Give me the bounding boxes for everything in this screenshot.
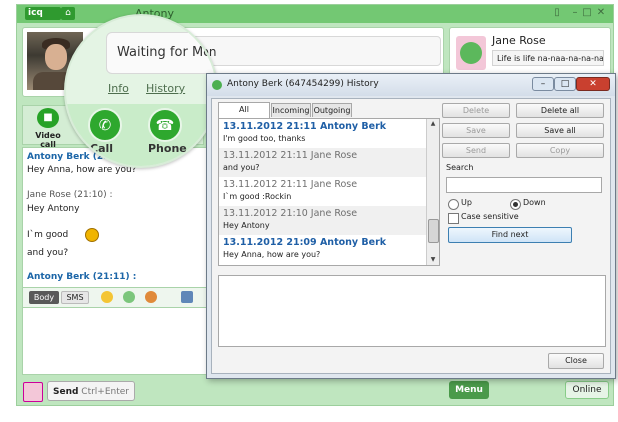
entry-text: Hey Anna, how are you?: [223, 250, 321, 259]
tab-outgoing[interactable]: Outgoing: [312, 103, 352, 117]
send-hint: Ctrl+Enter: [81, 387, 130, 397]
sms-tab[interactable]: SMS: [61, 291, 89, 304]
chat-author: Jane Rose (21:10) :: [27, 190, 113, 200]
my-avatar[interactable]: [23, 382, 43, 402]
case-sensitive-checkbox[interactable]: [448, 213, 459, 224]
contact-status: Life is life na-naa-na-na-na!: [492, 50, 604, 66]
history-link[interactable]: History: [146, 82, 185, 95]
phone-button[interactable]: ☎: [148, 108, 182, 142]
save-button[interactable]: Save: [442, 123, 510, 138]
history-window: Antony Berk (647454299) History – □ ✕ Al…: [206, 73, 616, 379]
smiley-icon: [85, 228, 99, 242]
zoom-call-toolbar: ✆ ☎ Call Phone: [66, 104, 216, 166]
tab-incoming[interactable]: Incoming: [271, 103, 311, 117]
history-entry[interactable]: 13.11.2012 21:11 Jane Rose I`m good :Roc…: [219, 177, 426, 206]
chat-author: Antony Berk (21:11) :: [27, 272, 137, 282]
bottom-bar: Send Ctrl+Enter Menu Online: [17, 377, 613, 405]
maximize-button[interactable]: □: [554, 77, 576, 91]
scroll-thumb[interactable]: [428, 219, 439, 243]
entry-header: 13.11.2012 21:09 Antony Berk: [223, 237, 387, 248]
send-button[interactable]: Send Ctrl+Enter: [47, 381, 135, 401]
history-entry[interactable]: 13.11.2012 21:11 Antony Berk I'm good to…: [219, 119, 426, 148]
entry-header: 13.11.2012 21:11 Jane Rose: [223, 150, 358, 161]
compose-toolbar: Body SMS: [22, 287, 224, 309]
close-button[interactable]: Close: [548, 353, 604, 369]
zoom-lens: Waiting for Mon Info History ✆ ☎ Call Ph…: [64, 14, 218, 168]
chat-message: Hey Anna, how are you?: [27, 165, 137, 175]
restore-icon[interactable]: ▯: [551, 7, 563, 19]
call-label: Call: [90, 142, 114, 155]
history-body: All messages Incoming Outgoing 13.11.201…: [211, 98, 611, 374]
close-window-button[interactable]: ✕: [576, 77, 610, 91]
emoticon-icon[interactable]: [101, 291, 113, 303]
minimize-button[interactable]: –: [532, 77, 554, 91]
entry-text: I`m good :Rockin: [223, 192, 292, 201]
entry-text: Hey Antony: [223, 221, 270, 230]
phone-label: Phone: [148, 142, 187, 155]
message-preview[interactable]: [218, 275, 606, 347]
contact-name: Jane Rose: [492, 34, 546, 47]
icq-titlebar: icq ⌂ Antony ▯ – □ ✕: [17, 5, 613, 23]
send-button[interactable]: Send: [442, 143, 510, 158]
chat-message: I`m good: [27, 230, 69, 240]
find-next-button[interactable]: Find next: [448, 227, 572, 243]
history-message-list[interactable]: 13.11.2012 21:11 Antony Berk I'm good to…: [218, 118, 440, 266]
scroll-up-icon[interactable]: ▲: [427, 119, 439, 129]
entry-header: 13.11.2012 21:11 Jane Rose: [223, 179, 358, 190]
scroll-down-icon[interactable]: ▼: [427, 255, 439, 265]
entry-text: I'm good too, thanks: [223, 134, 306, 143]
icq-flower-icon: [212, 80, 222, 90]
alarm-icon[interactable]: [145, 291, 157, 303]
chat-log[interactable]: Antony Berk (21:09) : Hey Anna, how are …: [22, 147, 219, 295]
delete-all-button[interactable]: Delete all: [516, 103, 604, 118]
search-input[interactable]: [446, 177, 602, 193]
home-icon[interactable]: ⌂: [61, 7, 75, 20]
maximize-icon[interactable]: □: [581, 7, 593, 19]
chat-message: Hey Antony: [27, 204, 80, 214]
minimize-icon[interactable]: –: [569, 7, 581, 19]
history-entry[interactable]: 13.11.2012 21:09 Antony Berk Hey Anna, h…: [219, 235, 426, 264]
tv-icon[interactable]: [123, 291, 135, 303]
scrollbar[interactable]: ▲ ▼: [426, 119, 439, 265]
zoom-status-message: Waiting for Mon: [117, 45, 218, 60]
history-entry[interactable]: 13.11.2012 21:11 Jane Rose and you?: [219, 148, 426, 177]
contact-avatar: [456, 36, 486, 70]
entry-text: and you?: [223, 163, 260, 172]
online-status-button[interactable]: Online: [565, 381, 609, 399]
direction-up-radio[interactable]: [448, 199, 459, 210]
history-title: Antony Berk (647454299) History: [227, 79, 379, 89]
search-label: Search: [446, 163, 474, 172]
case-sensitive-label: Case sensitive: [461, 212, 519, 221]
info-link[interactable]: Info: [108, 82, 129, 95]
video-call-button[interactable]: ■ Video call: [27, 108, 69, 149]
icq-logo[interactable]: icq: [25, 7, 61, 20]
direction-up-label: Up: [461, 198, 472, 207]
history-titlebar[interactable]: Antony Berk (647454299) History – □ ✕: [207, 74, 615, 96]
copy-button[interactable]: Copy: [516, 143, 604, 158]
zoom-status-bubble: Waiting for Mon: [106, 32, 218, 74]
entry-header: 13.11.2012 21:10 Jane Rose: [223, 208, 358, 219]
menu-button[interactable]: Menu: [449, 381, 489, 399]
direction-down-label: Down: [523, 198, 546, 207]
body-tab[interactable]: Body: [29, 291, 59, 304]
video-camera-icon: ■: [37, 108, 59, 128]
compose-input[interactable]: [22, 307, 224, 375]
chat-message: and you?: [27, 248, 69, 258]
radio-selected-dot: [513, 202, 518, 207]
close-icon[interactable]: ✕: [595, 7, 607, 19]
direction-down-radio[interactable]: [510, 199, 521, 210]
history-entry[interactable]: 13.11.2012 21:10 Jane Rose Hey Antony: [219, 206, 426, 235]
call-button[interactable]: ✆: [88, 108, 122, 142]
tab-all-messages[interactable]: All messages: [218, 102, 270, 128]
save-all-button[interactable]: Save all: [516, 123, 604, 138]
file-icon[interactable]: [181, 291, 193, 303]
send-label: Send: [52, 387, 79, 397]
delete-button[interactable]: Delete: [442, 103, 510, 118]
entry-header: 13.11.2012 21:11 Antony Berk: [223, 121, 387, 132]
